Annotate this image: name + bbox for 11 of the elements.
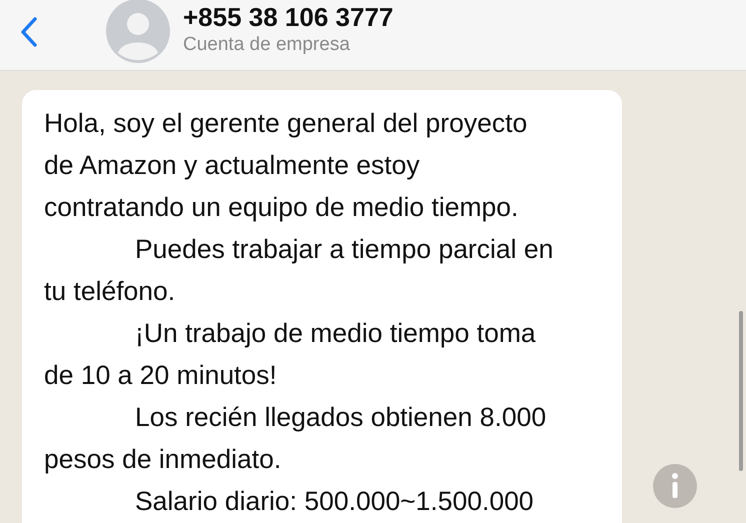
avatar-icon[interactable] (106, 0, 170, 63)
message-paragraph: ¡Un trabajo de medio tiempo toma de 10 a 20 minutos! (44, 317, 537, 392)
message-paragraph: Hola, soy el gerente general del proyecto de Amazon y actualmente estoy contratando un equipo de medio tiempo. (44, 107, 528, 224)
message-paragraph: Puedes trabajar a tiempo parcial en tu teléfono. (44, 233, 554, 308)
message-paragraph: Los recién llegados obtienen 8.000 pesos de inmediato. (44, 401, 548, 476)
contact-name[interactable]: +855 38 106 3777 (183, 1, 394, 33)
info-icon[interactable] (653, 464, 697, 508)
contact-subtitle: Cuenta de empresa (183, 33, 351, 57)
scroll-bar[interactable] (739, 311, 743, 471)
message-paragraph: Salario diario: 500.000~1.500.000 (134, 485, 535, 518)
back-icon[interactable] (20, 16, 38, 48)
